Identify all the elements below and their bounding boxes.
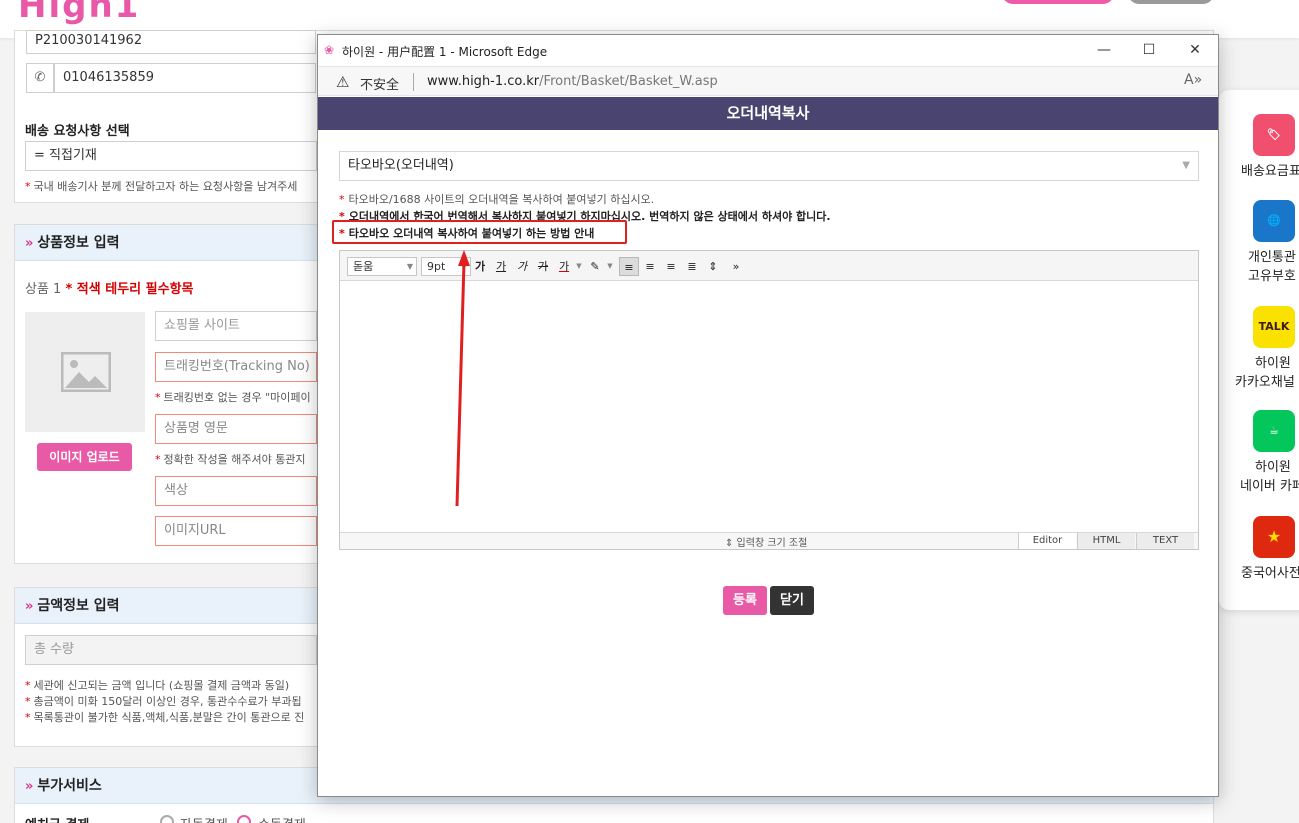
tracking-note: * 트래킹번호 없는 경우 "마이페이 bbox=[155, 391, 311, 404]
align-justify-icon[interactable]: ≣ bbox=[682, 257, 702, 276]
double-chevron-icon: » bbox=[25, 599, 34, 614]
submit-button[interactable]: 등록 bbox=[723, 586, 767, 615]
font-size-select[interactable]: 9pt ▼ bbox=[421, 257, 471, 276]
double-chevron-icon: » bbox=[25, 236, 34, 251]
chevron-down-icon[interactable]: ▼ bbox=[574, 257, 584, 276]
image-upload-button[interactable]: 이미지 업로드 bbox=[37, 443, 132, 471]
dropdown-arrow-icon: ▼ bbox=[1182, 160, 1190, 171]
window-titlebar[interactable]: ❀ 하이원 - 用户配置 1 - Microsoft Edge — ☐ ✕ bbox=[318, 35, 1218, 66]
order-copy-popup-window: ❀ 하이원 - 用户配置 1 - Microsoft Edge — ☐ ✕ ⚠ … bbox=[317, 34, 1219, 797]
side-item-kakao-channel[interactable]: TALK 하이원 카카오채널 bbox=[1219, 306, 1299, 392]
align-right-icon[interactable]: ≡ bbox=[661, 257, 681, 276]
side-item-shipping-rates[interactable]: 🏷 배송요금표 bbox=[1219, 114, 1299, 181]
header-pink-button[interactable] bbox=[1002, 0, 1114, 4]
side-item-customs-code[interactable]: 🌐 개인통관 고유부호 bbox=[1219, 200, 1299, 286]
kakao-talk-icon: TALK bbox=[1253, 306, 1295, 348]
site-logo[interactable]: High1 bbox=[18, 0, 140, 26]
tab-html[interactable]: HTML bbox=[1077, 533, 1135, 549]
window-title: 하이원 - 用户配置 1 - Microsoft Edge bbox=[342, 45, 548, 59]
product-image-placeholder bbox=[25, 312, 145, 432]
chevron-down-icon: ▼ bbox=[406, 262, 413, 271]
align-left-icon[interactable]: ≡ bbox=[619, 257, 639, 276]
rich-text-editor: 돋움 ▼ 9pt ▼ 가 가 가 가 가 ▼ ✎ ▼ ≡ ≡ ≡ ≣ ⇕ » ⇕ 입… bbox=[339, 250, 1199, 550]
manual-payment-radio[interactable] bbox=[237, 815, 251, 823]
font-color-icon[interactable]: 가 bbox=[554, 257, 574, 276]
phone-field[interactable]: 01046135859 bbox=[54, 63, 316, 93]
read-aloud-icon[interactable]: A» bbox=[1184, 72, 1202, 88]
underline-icon[interactable]: 가 bbox=[491, 257, 511, 276]
tab-editor[interactable]: Editor bbox=[1018, 533, 1076, 549]
delivery-request-label: 배송 요청사항 선택 bbox=[25, 124, 130, 139]
tag-icon: 🏷 bbox=[1253, 114, 1295, 156]
product-name-note: * 정확한 작성을 해주셔야 통관지 bbox=[155, 453, 306, 466]
price-note-1: * 세관에 신고되는 금액 입니다 (쇼핑몰 결제 금액과 동일) bbox=[25, 679, 290, 692]
bold-icon[interactable]: 가 bbox=[470, 257, 490, 276]
close-button[interactable]: 닫기 bbox=[770, 586, 814, 615]
italic-icon[interactable]: 가 bbox=[512, 257, 532, 276]
minimize-icon[interactable]: — bbox=[1092, 40, 1116, 60]
warning-icon[interactable]: ⚠ bbox=[336, 73, 349, 91]
tracking-number-input[interactable]: 트래킹번호(Tracking No) bbox=[155, 352, 317, 382]
side-item-chinese-dictionary[interactable]: ★ 중국어사전 bbox=[1219, 516, 1299, 583]
header-gray-button[interactable] bbox=[1128, 0, 1214, 4]
manual-payment-label: 수동결제 bbox=[258, 814, 306, 823]
tab-text[interactable]: TEXT bbox=[1136, 533, 1194, 549]
address-bar[interactable]: ⚠ 不安全 www.high-1.co.kr/Front/Basket/Bask… bbox=[318, 66, 1218, 96]
customs-code-field[interactable]: P210030141962 bbox=[26, 30, 316, 54]
product-item-label: 상품 1 * 적색 테두리 필수항목 bbox=[25, 282, 194, 297]
chevron-down-icon[interactable]: ▼ bbox=[605, 257, 615, 276]
quick-side-menu: 🏷 배송요금표 🌐 개인통관 고유부호 TALK 하이원 카카오채널 ☕ 하이원… bbox=[1219, 90, 1299, 610]
site-favicon-icon: ❀ bbox=[324, 43, 335, 57]
cafe-icon: ☕ bbox=[1253, 410, 1295, 452]
globe-icon: 🌐 bbox=[1253, 200, 1295, 242]
shop-site-input[interactable]: 쇼핑몰 사이트 bbox=[155, 311, 317, 341]
popup-note-1: * 타오바오/1688 사이트의 오더내역을 복사하여 붙여넣기 하십시오. bbox=[339, 193, 655, 206]
line-height-icon[interactable]: ⇕ bbox=[703, 257, 723, 276]
deposit-payment-label: 예치금 결제 bbox=[25, 814, 89, 823]
chevron-down-icon: ▼ bbox=[460, 262, 467, 271]
annotation-highlight-box bbox=[332, 220, 627, 244]
delivery-request-select[interactable]: = 직접기재 bbox=[25, 141, 317, 171]
side-item-naver-cafe[interactable]: ☕ 하이원 네이버 카페 bbox=[1219, 410, 1299, 496]
editor-footer: ⇕ 입력창 크기 조절 Editor HTML TEXT bbox=[340, 532, 1198, 549]
highlight-icon[interactable]: ✎ bbox=[585, 257, 605, 276]
popup-header-title: 오더내역복사 bbox=[318, 97, 1218, 130]
align-center-icon[interactable]: ≡ bbox=[640, 257, 660, 276]
insecure-label[interactable]: 不安全 bbox=[360, 74, 399, 93]
maximize-icon[interactable]: ☐ bbox=[1137, 40, 1161, 60]
delivery-request-note: * 국내 배송기사 분께 전달하고자 하는 요청사항을 남겨주세 bbox=[25, 180, 298, 193]
product-name-en-input[interactable]: 상품명 영문 bbox=[155, 414, 317, 444]
price-note-2: * 총금액이 미화 150달러 이상인 경우, 통관수수료가 부과됩 bbox=[25, 695, 302, 708]
font-family-select[interactable]: 돋움 ▼ bbox=[347, 257, 417, 276]
price-note-3: * 목록통관이 불가한 식품,액체,식품,분말은 간이 통관으로 진 bbox=[25, 711, 305, 724]
color-input[interactable]: 색상 bbox=[155, 476, 317, 506]
auto-payment-label: 자동결제 bbox=[180, 814, 228, 823]
image-url-input[interactable]: 이미지URL bbox=[155, 516, 317, 546]
phone-icon: ✆ bbox=[26, 63, 54, 93]
order-source-select[interactable]: 타오바오(오더내역) ▼ bbox=[339, 151, 1199, 181]
more-tools-icon[interactable]: » bbox=[726, 257, 746, 276]
auto-payment-radio[interactable] bbox=[160, 815, 174, 823]
address-divider bbox=[413, 73, 414, 91]
china-flag-icon: ★ bbox=[1253, 516, 1295, 558]
editor-toolbar: 돋움 ▼ 9pt ▼ 가 가 가 가 가 ▼ ✎ ▼ ≡ ≡ ≡ ≣ ⇕ » bbox=[340, 251, 1198, 281]
double-chevron-icon: » bbox=[25, 779, 34, 794]
editor-content-area[interactable] bbox=[340, 282, 1198, 532]
strikethrough-icon[interactable]: 가 bbox=[533, 257, 553, 276]
image-placeholder-icon bbox=[61, 352, 111, 392]
close-window-icon[interactable]: ✕ bbox=[1183, 40, 1207, 60]
total-quantity-input[interactable]: 총 수량 bbox=[25, 635, 317, 665]
resize-handle[interactable]: ⇕ 입력창 크기 조절 bbox=[725, 534, 807, 549]
url-text[interactable]: www.high-1.co.kr/Front/Basket/Basket_W.a… bbox=[427, 74, 718, 89]
